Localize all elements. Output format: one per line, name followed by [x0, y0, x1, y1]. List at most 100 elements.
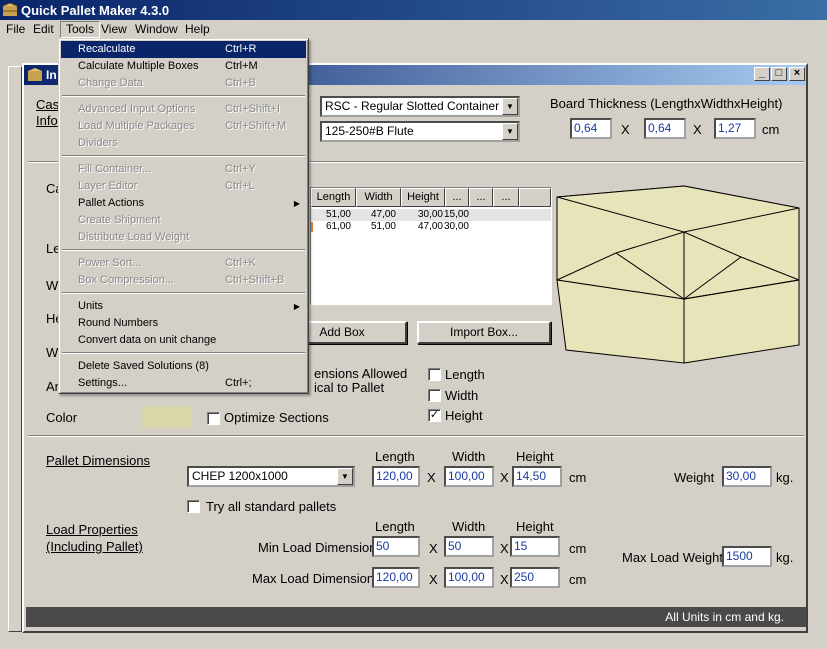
import-box-button[interactable]: Import Box...: [417, 321, 551, 344]
menu-window[interactable]: Window: [130, 21, 183, 38]
pallet-weight-unit: kg.: [776, 470, 794, 485]
flute-select[interactable]: 125-250#B Flute ▼: [320, 121, 520, 142]
table-header-extra[interactable]: ...: [445, 188, 469, 207]
chevron-down-icon[interactable]: ▼: [502, 123, 518, 140]
app-title-bar: Quick Pallet Maker 4.3.0: [0, 0, 827, 20]
table-cell: 51,00: [370, 221, 396, 232]
menu-item-label: Pallet Actions: [78, 197, 145, 209]
menu-tools[interactable]: Tools: [60, 21, 101, 38]
menu-edit[interactable]: Edit: [28, 21, 59, 38]
menu-item-label: Layer Editor: [78, 180, 138, 192]
max-load-height-input[interactable]: 250: [510, 567, 560, 588]
minimize-button[interactable]: _: [754, 67, 770, 81]
window-icon: [28, 68, 42, 81]
menu-item-dividers[interactable]: Dividers: [61, 135, 306, 152]
table-row[interactable]: 61,00 51,00 47,00 30,00: [311, 221, 551, 233]
chevron-down-icon[interactable]: ▼: [502, 98, 518, 115]
menu-item-layer-editor[interactable]: Layer Editor Ctrl+L: [61, 178, 306, 195]
orient-length-checkbox[interactable]: [428, 368, 441, 381]
pallet-height-input[interactable]: 14,50: [512, 466, 562, 487]
min-load-height-input[interactable]: 15: [510, 536, 560, 557]
menu-item-round-numbers[interactable]: Round Numbers: [61, 315, 306, 332]
x-separator: X: [500, 470, 509, 485]
table-cell: 51,00: [325, 209, 351, 220]
load-properties-heading-1: Load Properties: [46, 522, 138, 537]
case-style-select[interactable]: RSC - Regular Slotted Container ▼: [320, 96, 520, 117]
optimize-sections-checkbox[interactable]: [207, 412, 220, 425]
table-header-height[interactable]: Height: [401, 188, 445, 207]
menu-item-distribute-load-weight[interactable]: Distribute Load Weight: [61, 229, 306, 246]
max-load-width-input[interactable]: 100,00: [444, 567, 494, 588]
menu-separator: [61, 92, 306, 101]
menu-item-load-multiple-packages[interactable]: Load Multiple Packages Ctrl+Shift+M: [61, 118, 306, 135]
menu-item-shortcut: Ctrl+M: [225, 60, 258, 72]
menu-separator: [61, 289, 306, 298]
max-load-weight-unit: kg.: [776, 550, 794, 565]
menu-item-shortcut: Ctrl+Shift+B: [225, 274, 285, 286]
menu-item-box-compression[interactable]: Box Compression... Ctrl+Shift+B: [61, 272, 306, 289]
board-thickness-label: Board Thickness (LengthxWidthxHeight): [550, 96, 783, 111]
orientation-text-1: ensions Allowed: [314, 366, 408, 381]
chevron-down-icon[interactable]: ▼: [337, 468, 353, 485]
menu-item-pallet-actions[interactable]: Pallet Actions ▶: [61, 195, 306, 212]
menu-item-units[interactable]: Units ▶: [61, 298, 306, 315]
table-header-extra[interactable]: ...: [469, 188, 493, 207]
board-width-input[interactable]: 0,64: [644, 118, 686, 139]
menu-item-convert-data-on-unit-change[interactable]: Convert data on unit change: [61, 332, 306, 349]
board-length-input[interactable]: 0,64: [570, 118, 612, 139]
status-bar: All Units in cm and kg.: [26, 607, 806, 627]
pallet-width-input[interactable]: 100,00: [444, 466, 494, 487]
app-title: Quick Pallet Maker 4.3.0: [21, 2, 170, 18]
orient-width-checkbox[interactable]: [428, 389, 441, 402]
menu-view[interactable]: View: [96, 21, 132, 38]
weight-label-partial: W: [46, 345, 59, 360]
menu-help[interactable]: Help: [180, 21, 215, 38]
menu-item-label: Fill Container...: [78, 163, 152, 175]
menu-item-shortcut: Ctrl+B: [225, 77, 256, 89]
close-button[interactable]: ×: [789, 67, 805, 81]
board-height-input[interactable]: 1,27: [714, 118, 756, 139]
table-cell: 15,00: [443, 209, 469, 220]
color-label: Color: [46, 410, 78, 425]
width-label-partial: W: [46, 278, 59, 293]
menu-item-settings[interactable]: Settings... Ctrl+;: [61, 375, 306, 392]
try-all-pallets-checkbox[interactable]: [187, 500, 200, 513]
table-row[interactable]: 51,00 47,00 30,00 15,00: [311, 209, 551, 221]
load-unit-label: cm: [569, 541, 587, 556]
boxes-table[interactable]: Length Width Height ... ... ... 51,00 47…: [310, 187, 552, 305]
menu-item-change-data[interactable]: Change Data Ctrl+B: [61, 75, 306, 92]
min-load-width-input[interactable]: 50: [444, 536, 494, 557]
menu-file[interactable]: File: [1, 21, 30, 38]
max-load-weight-input[interactable]: 1500: [722, 546, 772, 567]
min-load-length-input[interactable]: 50: [372, 536, 420, 557]
menu-item-power-sort[interactable]: Power Sort... Ctrl+K: [61, 255, 306, 272]
menu-item-advanced-input-options[interactable]: Advanced Input Options Ctrl+Shift+I: [61, 101, 306, 118]
table-header-extra[interactable]: ...: [493, 188, 519, 207]
table-header-length[interactable]: Length: [311, 188, 356, 207]
menu-item-label: Load Multiple Packages: [78, 120, 195, 132]
pallet-length-label: Length: [375, 449, 415, 464]
x-separator: X: [427, 470, 436, 485]
menu-item-create-shipment[interactable]: Create Shipment: [61, 212, 306, 229]
try-all-pallets-label: Try all standard pallets: [206, 499, 337, 514]
menu-item-fill-container[interactable]: Fill Container... Ctrl+Y: [61, 161, 306, 178]
pallet-length-input[interactable]: 120,00: [372, 466, 420, 487]
load-properties-heading-2: (Including Pallet): [46, 539, 143, 554]
maximize-button[interactable]: □: [771, 67, 787, 81]
pallet-weight-input[interactable]: 30,00: [722, 466, 772, 487]
menu-item-label: Recalculate: [78, 43, 136, 55]
table-header-width[interactable]: Width: [356, 188, 401, 207]
menu-item-shortcut: Ctrl+Shift+M: [225, 120, 287, 132]
max-load-length-input[interactable]: 120,00: [372, 567, 420, 588]
optimize-sections-label: Optimize Sections: [224, 410, 329, 425]
pallet-type-select[interactable]: CHEP 1200x1000 ▼: [187, 466, 355, 487]
menu-item-label: Advanced Input Options: [78, 103, 196, 115]
orient-height-checkbox[interactable]: ✓: [428, 409, 441, 422]
menu-item-recalculate[interactable]: Recalculate Ctrl+R: [61, 41, 306, 58]
menu-item-calculate-multiple-boxes[interactable]: Calculate Multiple Boxes Ctrl+M: [61, 58, 306, 75]
menu-item-label: Delete Saved Solutions (8): [78, 360, 209, 372]
menu-item-label: Calculate Multiple Boxes: [78, 60, 199, 72]
menu-item-delete-saved-solutions-8[interactable]: Delete Saved Solutions (8): [61, 358, 306, 375]
menu-item-label: Units: [78, 300, 104, 312]
color-swatch[interactable]: [142, 406, 192, 428]
